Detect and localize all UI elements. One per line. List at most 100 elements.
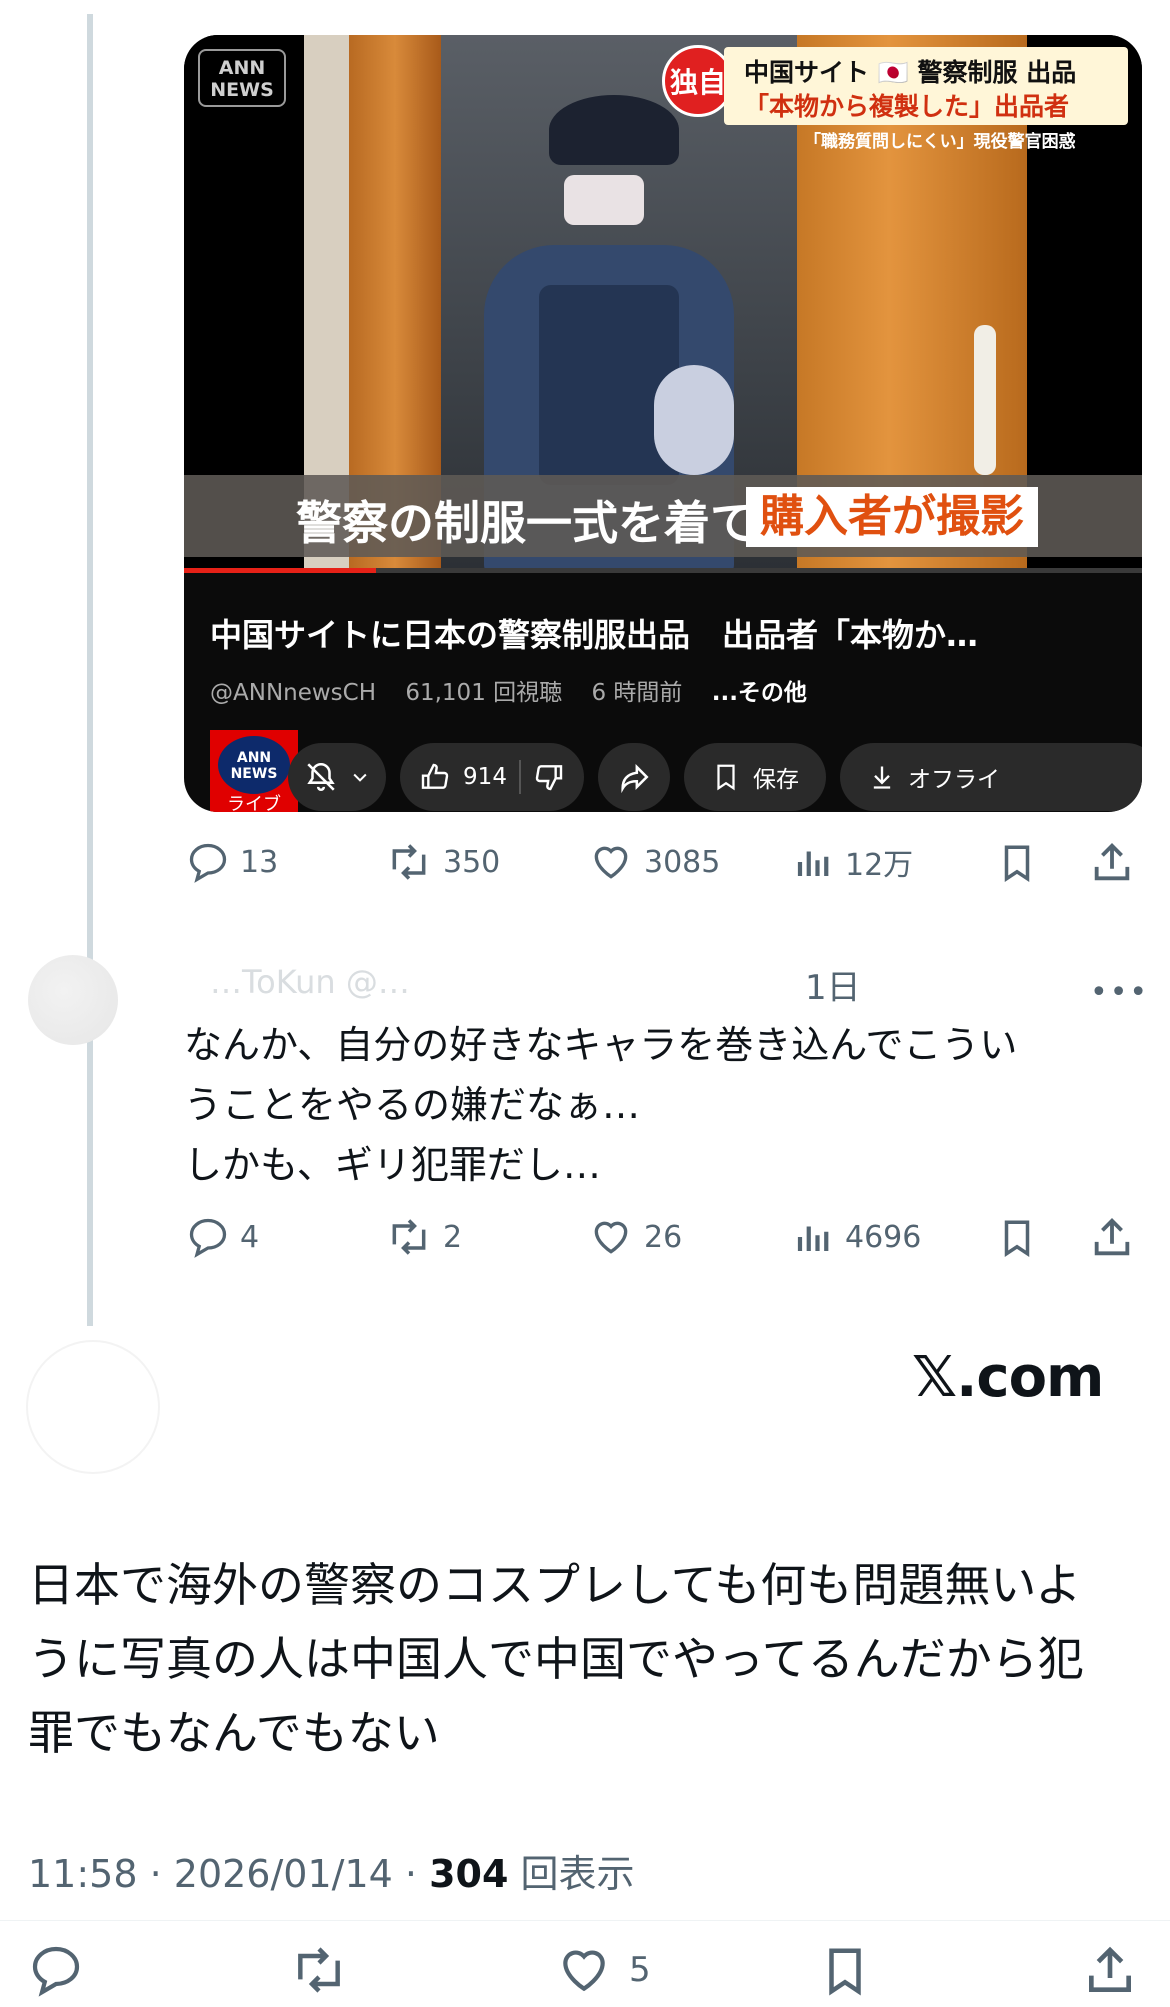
divider [0, 1920, 1170, 1921]
reply-button[interactable] [28, 1942, 84, 1998]
repost-icon [392, 1219, 426, 1255]
repost-button[interactable]: 350 [385, 840, 500, 884]
bookmark-button[interactable] [996, 1215, 1038, 1261]
thumb-plush [654, 365, 734, 475]
more-options-icon[interactable]: ••• [1090, 975, 1149, 1010]
bookmark-button[interactable] [818, 1942, 872, 2000]
video-embed-card[interactable]: ANN NEWS 独自 中国サイト 🇯🇵 警察制服 出品 「本物から複製した」出… [184, 35, 1142, 812]
share-arrow-icon [621, 764, 649, 794]
channel-handle[interactable]: @ANNnewsCH [210, 680, 376, 706]
reply-count: 13 [240, 844, 279, 880]
tweet-meta: 11:58 · 2026/01/14 · 304 回表示 [28, 1843, 635, 1898]
channel-avatar[interactable]: ANN NEWS ライブ [210, 730, 298, 812]
reply-text: なんか、自分の好きなキャラを巻き込んでこうい うことをやるの嫌だなぁ… しかも、… [184, 1015, 1114, 1195]
live-label: ライブ [227, 794, 281, 812]
share-button[interactable] [1089, 840, 1135, 886]
repost-button[interactable] [288, 1942, 350, 1998]
download-icon [873, 766, 891, 789]
reply-button[interactable]: 13 [186, 840, 278, 884]
repost-icon [298, 1947, 340, 1993]
like-count: 5 [629, 1950, 651, 1990]
reply-count: 4 [240, 1219, 260, 1255]
bookmark-icon [1004, 845, 1030, 883]
reply-text-line: しかも、ギリ犯罪だし… [184, 1143, 601, 1187]
reply-button[interactable]: 4 [186, 1215, 259, 1259]
tweet-time[interactable]: 11:58 [28, 1852, 138, 1896]
main-tweet-line: 罪でもなんでもない [28, 1706, 440, 1760]
meta-separator: · [149, 1852, 174, 1896]
x-com-watermark: 𝕏.com [912, 1345, 1104, 1410]
share-button[interactable] [1082, 1942, 1138, 2000]
like-button[interactable]: 26 [588, 1215, 682, 1259]
repost-count: 350 [443, 844, 501, 880]
comment-icon [189, 1218, 227, 1258]
views-button[interactable]: 12万 [793, 840, 913, 884]
thumbs-up-icon[interactable] [419, 761, 451, 793]
save-label: 保存 [753, 767, 799, 793]
news-headline-box: 中国サイト 🇯🇵 警察制服 出品 「本物から複製した」出品者 [724, 47, 1128, 125]
share-icon [1089, 1946, 1131, 1992]
views-count: 12万 [845, 848, 914, 883]
share-icon [1094, 1218, 1130, 1256]
author-avatar-ghost [26, 1340, 160, 1474]
more-link[interactable]: ...その他 [712, 680, 807, 706]
main-tweet-line: うに写真の人は中国人で中国でやってるんだから犯 [28, 1632, 1084, 1686]
views-button[interactable]: 4696 [793, 1215, 921, 1259]
thumb-door-handle [974, 325, 996, 475]
view-count: 61,101 回視聴 [405, 680, 563, 706]
reply-avatar[interactable] [28, 955, 118, 1045]
repost-button[interactable]: 2 [385, 1215, 462, 1259]
offline-label: オフライ [908, 767, 1000, 793]
thumbs-down-icon[interactable] [533, 761, 565, 793]
ann-news-logo: ANN NEWS [198, 49, 286, 107]
heart-icon [594, 1221, 628, 1254]
progress-fill [184, 568, 376, 573]
share-icon [1094, 843, 1130, 881]
headline-line-2: 「本物から複製した」出品者 [744, 92, 1070, 121]
views-count: 4696 [845, 1219, 922, 1255]
like-dislike-group[interactable]: 914 [400, 743, 584, 811]
analytics-icon [797, 1226, 829, 1251]
like-count: 914 [463, 764, 507, 790]
main-tweet-text: 日本で海外の警察のコスプレしても何も問題無いよ うに写真の人は中国人で中国でやっ… [28, 1548, 1148, 1770]
reply-text-line: うことをやるの嫌だなぁ… [184, 1083, 641, 1127]
like-button[interactable]: 3085 [588, 840, 720, 884]
bell-off-icon [307, 762, 335, 791]
main-tweet-line: 日本で海外の警察のコスプレしても何も問題無いよ [28, 1558, 1082, 1612]
video-title[interactable]: 中国サイトに日本の警察制服出品 出品者「本物か… [210, 610, 978, 656]
analytics-icon [797, 851, 829, 876]
thumb-phone [564, 175, 644, 225]
channel-avatar-logo: ANN NEWS [218, 736, 290, 794]
headline-sub: 「職務質問しにくい」現役警官困惑 [804, 132, 1076, 152]
offline-button[interactable]: オフライ [840, 743, 1142, 811]
comment-icon [189, 843, 227, 883]
video-thumbnail[interactable]: ANN NEWS 独自 中国サイト 🇯🇵 警察制服 出品 「本物から複製した」出… [184, 35, 1142, 570]
share-button[interactable] [1089, 1215, 1135, 1261]
reply-time[interactable]: 1日 [805, 960, 861, 1009]
thread-line [87, 14, 93, 1326]
bookmark-button[interactable] [996, 840, 1038, 886]
like-count: 3085 [644, 844, 721, 880]
tweet-date[interactable]: 2026/01/14 [174, 1852, 393, 1896]
save-button[interactable]: 保存 [684, 743, 826, 811]
chevron-down-icon [353, 773, 367, 782]
headline-line-1: 中国サイト 🇯🇵 警察制服 出品 [744, 58, 1077, 87]
tweet-view-count: 304 [429, 1852, 509, 1896]
share-button[interactable] [598, 743, 670, 811]
bookmark-icon [717, 764, 735, 791]
caption-main: 警察の制服一式を着て [296, 496, 756, 550]
upload-age: 6 時間前 [591, 680, 683, 706]
like-count: 26 [644, 1219, 683, 1255]
reply-text-line: なんか、自分の好きなキャラを巻き込んでこうい [184, 1023, 1018, 1067]
video-meta: @ANNnewsCH 61,101 回視聴 6 時間前 ...その他 [210, 673, 829, 707]
bookmark-icon [1004, 1220, 1030, 1258]
repost-count: 2 [443, 1219, 463, 1255]
tweet-view-label: 回表示 [520, 1852, 635, 1896]
pill-separator [518, 760, 521, 794]
heart-icon [594, 846, 628, 879]
repost-icon [392, 844, 426, 880]
like-button[interactable]: 5 [555, 1942, 651, 1998]
notification-bell-button[interactable] [288, 743, 386, 811]
reply-author-blurred[interactable]: …ToKun @… [210, 963, 410, 1001]
meta-separator: · [404, 1852, 430, 1896]
